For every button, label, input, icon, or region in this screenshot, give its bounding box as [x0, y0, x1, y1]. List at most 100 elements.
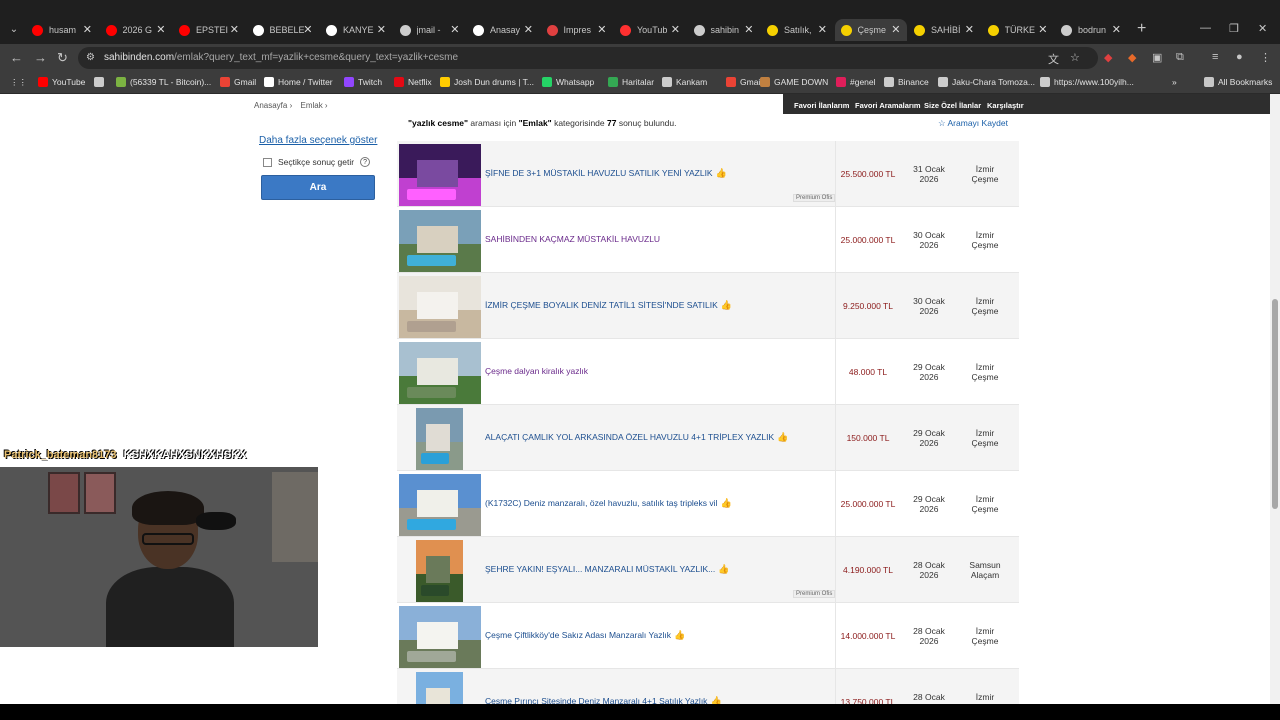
listing-title[interactable]: SAHİBİNDEN KAÇMAZ MÜSTAKİL HAVUZLU [485, 234, 660, 244]
listing-thumbnail[interactable] [399, 276, 481, 338]
tab-close-icon[interactable]: ✕ [83, 23, 92, 36]
site-info-icon[interactable]: ⚙ [86, 52, 98, 64]
tab-close-icon[interactable]: ✕ [671, 23, 680, 36]
listing-title-link[interactable]: ŞEHRE YAKIN! EŞYALI... MANZARALI MÜSTAKİ… [485, 564, 729, 575]
tab-close-icon[interactable]: ✕ [965, 23, 974, 36]
tab-close-icon[interactable]: ✕ [1038, 23, 1047, 36]
browser-tab[interactable]: TÜRKE ✕ [982, 19, 1054, 41]
breadcrumb-emlak[interactable]: Emlak › [300, 101, 327, 110]
breadcrumb-home[interactable]: Anasayfa › [254, 101, 292, 110]
profile-avatar[interactable]: ● [1236, 51, 1243, 63]
listing-thumbnail[interactable] [416, 408, 463, 470]
listing-thumbnail[interactable] [399, 144, 481, 206]
tab-close-icon[interactable]: ✕ [891, 23, 900, 36]
bookmark-item[interactable]: Gmail [726, 77, 762, 87]
browser-tab[interactable]: Anasay ✕ [467, 19, 539, 41]
menu-icon[interactable]: ⋮ [1260, 51, 1271, 64]
tab-close-icon[interactable]: ✕ [156, 23, 165, 36]
listing-thumbnail[interactable] [399, 474, 481, 536]
browser-tab[interactable]: Impres ✕ [541, 19, 613, 41]
media-icon[interactable]: ≡ [1212, 51, 1218, 63]
listing-title-link[interactable]: Çeşme dalyan kiralık yazlık [485, 366, 588, 376]
browser-tab[interactable]: Çeşme ✕ [834, 19, 907, 41]
bookmark-item[interactable]: Twitch [344, 77, 382, 87]
browser-tab[interactable]: YouTub ✕ [614, 19, 686, 41]
extension-icon[interactable]: ◆ [1104, 51, 1112, 64]
favorite-listings-link[interactable]: Favori İlanlarım [794, 101, 849, 110]
listing-title-link[interactable]: (K1732C) Deniz manzaralı, özel havuzlu, … [485, 498, 732, 509]
forward-icon[interactable]: → [34, 50, 47, 65]
listing-title-link[interactable]: ŞİFNE DE 3+1 MÜSTAKİL HAVUZLU SATILIK YE… [485, 168, 727, 179]
listing-row[interactable]: SAHİBİNDEN KAÇMAZ MÜSTAKİL HAVUZLU 25.000… [397, 207, 1019, 273]
tab-search-icon[interactable]: ⌄ [6, 22, 22, 38]
listing-title[interactable]: Çeşme dalyan kiralık yazlık [485, 366, 588, 376]
listing-title-link[interactable]: SAHİBİNDEN KAÇMAZ MÜSTAKİL HAVUZLU [485, 234, 660, 244]
help-icon[interactable]: ? [360, 157, 371, 167]
listing-row[interactable]: (K1732C) Deniz manzaralı, özel havuzlu, … [397, 471, 1019, 537]
more-filters-link[interactable]: Daha fazla seçenek göster [259, 135, 377, 146]
tab-close-icon[interactable]: ✕ [230, 23, 239, 36]
browser-tab[interactable]: husam ✕ [26, 19, 98, 41]
bookmark-item[interactable]: (56339 TL - Bitcoin)... [116, 77, 211, 87]
bookmark-item[interactable]: GAME DOWN [760, 77, 828, 87]
address-bar[interactable]: ⚙ sahibinden.com/emlak?query_text_mf=yaz… [78, 47, 1098, 69]
restore-icon[interactable]: ❐ [1229, 22, 1239, 35]
listing-title-link[interactable]: ALAÇATI ÇAMLIK YOL ARKASINDA ÖZEL HAVUZL… [485, 432, 788, 443]
extension-icon[interactable]: ▣ [1152, 51, 1162, 64]
more-bookmarks-icon[interactable]: » [1172, 77, 1177, 87]
listing-title[interactable]: Çeşme Çiftlikköy'de Sakız Adası Manzaral… [485, 630, 671, 640]
bookmark-item[interactable]: YouTube [38, 77, 85, 87]
listing-title[interactable]: ŞİFNE DE 3+1 MÜSTAKİL HAVUZLU SATILIK YE… [485, 168, 713, 178]
listing-title-link[interactable]: Çeşme Pırıncı Sitesinde Deniz Manzaralı … [485, 696, 722, 704]
tab-close-icon[interactable]: ✕ [1112, 23, 1121, 36]
bookmark-item[interactable]: Home / Twitter [264, 77, 333, 87]
browser-tab[interactable]: sahibin ✕ [688, 19, 760, 41]
listing-title[interactable]: (K1732C) Deniz manzaralı, özel havuzlu, … [485, 498, 717, 508]
page-scrollbar[interactable] [1270, 94, 1280, 704]
translate-icon[interactable]: 文 [1048, 51, 1059, 67]
extension-icon[interactable]: ◆ [1128, 51, 1136, 64]
back-icon[interactable]: ← [10, 50, 23, 65]
browser-tab[interactable]: 2026 G ✕ [100, 19, 172, 41]
listing-row[interactable]: ŞİFNE DE 3+1 MÜSTAKİL HAVUZLU SATILIK YE… [397, 141, 1019, 207]
bookmark-item[interactable]: Haritalar [608, 77, 654, 87]
listing-thumbnail[interactable] [399, 342, 481, 404]
new-tab-button[interactable]: + [1137, 20, 1146, 38]
bookmark-item[interactable]: https://www.100yilh... [1040, 77, 1134, 87]
tab-close-icon[interactable]: ✕ [744, 23, 753, 36]
browser-tab[interactable]: KANYE ✕ [320, 19, 392, 41]
listing-thumbnail[interactable] [416, 672, 463, 704]
tab-close-icon[interactable]: ✕ [377, 23, 386, 36]
listing-title[interactable]: İZMİR ÇEŞME BOYALIK DENİZ TATİL1 SİTESİ'… [485, 300, 718, 310]
listing-title-link[interactable]: Çeşme Çiftlikköy'de Sakız Adası Manzaral… [485, 630, 685, 641]
bookmark-item[interactable] [94, 77, 108, 87]
bookmark-star-icon[interactable]: ☆ [1070, 51, 1080, 64]
bookmark-item[interactable]: Gmail [220, 77, 256, 87]
bookmark-item[interactable]: Kankam [662, 77, 707, 87]
extensions-puzzle-icon[interactable]: ⧉ [1176, 51, 1184, 64]
close-window-icon[interactable]: ✕ [1258, 22, 1267, 35]
listing-thumbnail[interactable] [399, 606, 481, 668]
scrollbar-thumb[interactable] [1272, 299, 1278, 509]
listing-thumbnail[interactable] [399, 210, 481, 272]
bookmark-item[interactable]: Netflix [394, 77, 432, 87]
listing-thumbnail[interactable] [416, 540, 463, 602]
bookmark-item[interactable]: Jaku-Chara Tomoza... [938, 77, 1035, 87]
search-button[interactable]: Ara [261, 175, 375, 200]
apps-icon[interactable]: ⋮⋮ [10, 77, 27, 88]
address-url[interactable]: sahibinden.com/emlak?query_text_mf=yazli… [104, 52, 458, 63]
browser-tab[interactable]: SAHİBİ ✕ [908, 19, 980, 41]
browser-tab[interactable]: EPSTEI ✕ [173, 19, 245, 41]
compare-link[interactable]: Karşılaştır [987, 101, 1024, 110]
listing-title-link[interactable]: İZMİR ÇEŞME BOYALIK DENİZ TATİL1 SİTESİ'… [485, 300, 732, 311]
listing-title[interactable]: Çeşme Pırıncı Sitesinde Deniz Manzaralı … [485, 696, 707, 704]
browser-tab[interactable]: Satılık, ✕ [761, 19, 833, 41]
save-search-link[interactable]: ☆ Aramayı Kaydet [938, 118, 1008, 129]
browser-tab[interactable]: bodrun ✕ [1055, 19, 1127, 41]
listing-row[interactable]: İZMİR ÇEŞME BOYALIK DENİZ TATİL1 SİTESİ'… [397, 273, 1019, 339]
tab-close-icon[interactable]: ✕ [524, 23, 533, 36]
bookmark-item[interactable]: Binance [884, 77, 929, 87]
listing-row[interactable]: ALAÇATI ÇAMLIK YOL ARKASINDA ÖZEL HAVUZL… [397, 405, 1019, 471]
tab-close-icon[interactable]: ✕ [818, 23, 827, 36]
listing-title[interactable]: ALAÇATI ÇAMLIK YOL ARKASINDA ÖZEL HAVUZL… [485, 432, 774, 442]
